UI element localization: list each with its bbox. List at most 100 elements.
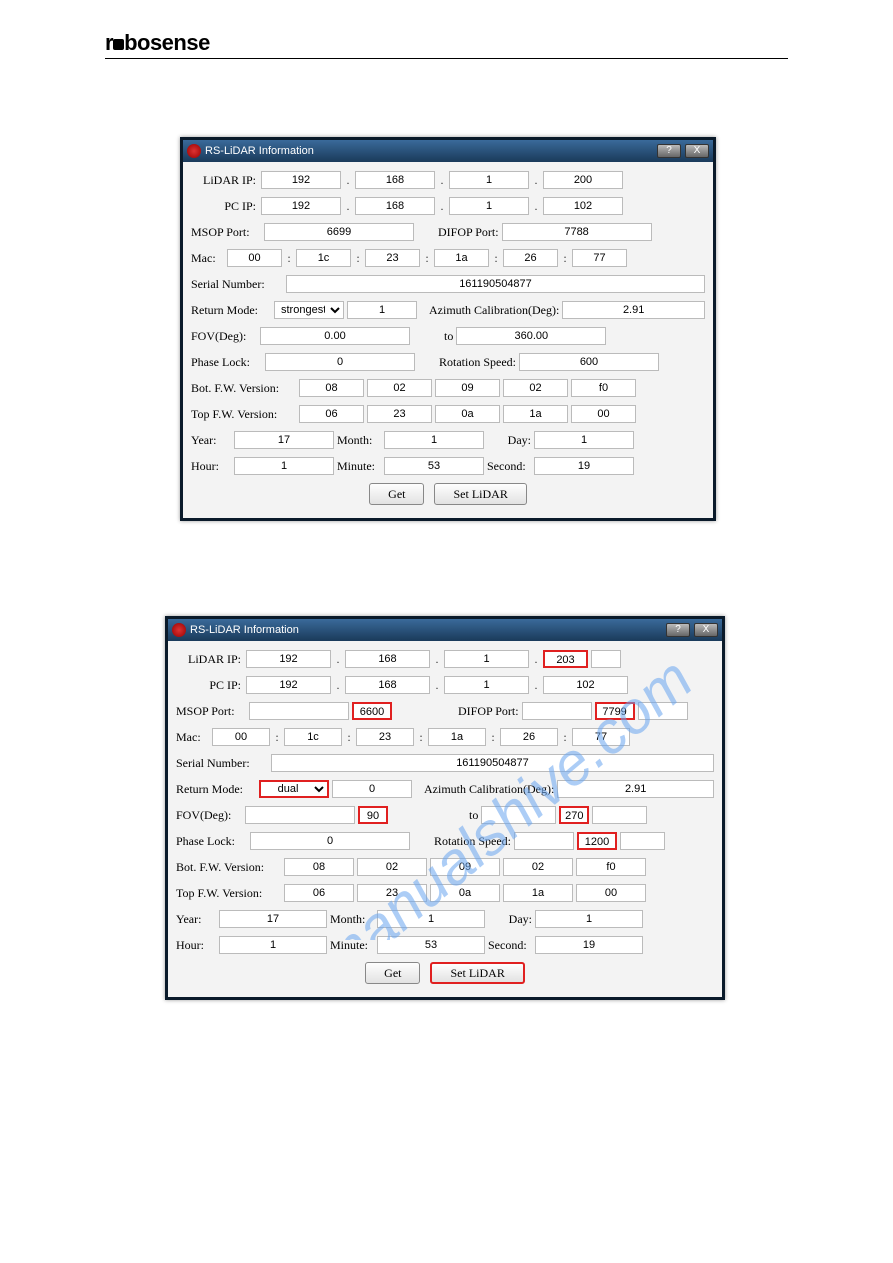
return-mode-select[interactable]: dual <box>259 780 329 798</box>
get-button[interactable]: Get <box>369 483 424 505</box>
hour-label: Hour: <box>191 459 231 474</box>
rot-field[interactable]: 600 <box>519 353 659 371</box>
second-label: Second: <box>488 938 532 953</box>
botver-2[interactable]: 02 <box>357 858 427 876</box>
mac-3[interactable]: 23 <box>356 728 414 746</box>
return-val[interactable]: 0 <box>332 780 412 798</box>
botver-1[interactable]: 08 <box>299 379 364 397</box>
set-lidar-button[interactable]: Set LiDAR <box>430 962 524 984</box>
mac-5[interactable]: 26 <box>500 728 558 746</box>
topver-5[interactable]: 00 <box>576 884 646 902</box>
fov-from[interactable]: 90 <box>358 806 388 824</box>
day-field[interactable]: 1 <box>535 910 643 928</box>
difop-field[interactable]: 7788 <box>502 223 652 241</box>
lidar-ip-2[interactable]: 168 <box>345 650 430 668</box>
botver-2[interactable]: 02 <box>367 379 432 397</box>
return-val[interactable]: 1 <box>347 301 417 319</box>
get-button[interactable]: Get <box>365 962 420 984</box>
help-button[interactable]: ? <box>666 623 690 637</box>
day-field[interactable]: 1 <box>534 431 634 449</box>
fov-from[interactable]: 0.00 <box>260 327 410 345</box>
topver-4[interactable]: 1a <box>503 884 573 902</box>
topver-2[interactable]: 23 <box>357 884 427 902</box>
serial-field[interactable]: 161190504877 <box>286 275 705 293</box>
topver-3[interactable]: 0a <box>435 405 500 423</box>
fov-to[interactable]: 270 <box>559 806 589 824</box>
pc-ip-2[interactable]: 168 <box>345 676 430 694</box>
azimuth-field[interactable]: 2.91 <box>557 780 714 798</box>
serial-field[interactable]: 161190504877 <box>271 754 714 772</box>
azimuth-field[interactable]: 2.91 <box>562 301 705 319</box>
topver-2[interactable]: 23 <box>367 405 432 423</box>
mac-2[interactable]: 1c <box>284 728 342 746</box>
pc-ip-3[interactable]: 1 <box>444 676 529 694</box>
botver-3[interactable]: 09 <box>435 379 500 397</box>
pc-ip-3[interactable]: 1 <box>449 197 529 215</box>
month-label: Month: <box>330 912 374 927</box>
month-field[interactable]: 1 <box>377 910 485 928</box>
botver-4[interactable]: 02 <box>503 379 568 397</box>
close-button[interactable]: X <box>694 623 718 637</box>
msop-label: MSOP Port: <box>176 704 246 719</box>
mac-4[interactable]: 1a <box>434 249 489 267</box>
botver-5[interactable]: f0 <box>576 858 646 876</box>
difop-field[interactable]: 7799 <box>595 702 635 720</box>
mac-1[interactable]: 00 <box>227 249 282 267</box>
minute-field[interactable]: 53 <box>384 457 484 475</box>
close-button[interactable]: X <box>685 144 709 158</box>
topver-3[interactable]: 0a <box>430 884 500 902</box>
pc-ip-4[interactable]: 102 <box>543 676 628 694</box>
second-field[interactable]: 19 <box>535 936 643 954</box>
mac-3[interactable]: 23 <box>365 249 420 267</box>
botver-1[interactable]: 08 <box>284 858 354 876</box>
return-mode-label: Return Mode: <box>176 782 256 797</box>
mac-2[interactable]: 1c <box>296 249 351 267</box>
app-icon <box>187 144 201 158</box>
pc-ip-2[interactable]: 168 <box>355 197 435 215</box>
lidar-ip-4[interactable]: 203 <box>543 650 588 668</box>
lidar-ip-1[interactable]: 192 <box>246 650 331 668</box>
topver-5[interactable]: 00 <box>571 405 636 423</box>
msop-field[interactable]: 6699 <box>264 223 414 241</box>
mac-label: Mac: <box>191 251 224 266</box>
hour-field[interactable]: 1 <box>219 936 327 954</box>
second-field[interactable]: 19 <box>534 457 634 475</box>
hour-field[interactable]: 1 <box>234 457 334 475</box>
lidar-ip-3[interactable]: 1 <box>449 171 529 189</box>
return-mode-select[interactable]: strongest <box>274 301 344 319</box>
set-lidar-button[interactable]: Set LiDAR <box>434 483 526 505</box>
mac-6[interactable]: 77 <box>572 728 630 746</box>
year-field[interactable]: 17 <box>219 910 327 928</box>
mac-4[interactable]: 1a <box>428 728 486 746</box>
lidar-ip-1[interactable]: 192 <box>261 171 341 189</box>
day-label: Day: <box>488 912 532 927</box>
mac-6[interactable]: 77 <box>572 249 627 267</box>
botver-3[interactable]: 09 <box>430 858 500 876</box>
botver-4[interactable]: 02 <box>503 858 573 876</box>
lidar-ip-4[interactable]: 200 <box>543 171 623 189</box>
msop-field[interactable]: 6600 <box>352 702 392 720</box>
pc-ip-4[interactable]: 102 <box>543 197 623 215</box>
botver-5[interactable]: f0 <box>571 379 636 397</box>
phase-field[interactable]: 0 <box>250 832 410 850</box>
lidar-ip-3[interactable]: 1 <box>444 650 529 668</box>
topver-4[interactable]: 1a <box>503 405 568 423</box>
lidar-ip-2[interactable]: 168 <box>355 171 435 189</box>
minute-label: Minute: <box>330 938 374 953</box>
mac-5[interactable]: 26 <box>503 249 558 267</box>
help-button[interactable]: ? <box>657 144 681 158</box>
rot-field[interactable]: 1200 <box>577 832 617 850</box>
year-label: Year: <box>191 433 231 448</box>
pc-ip-1[interactable]: 192 <box>261 197 341 215</box>
year-field[interactable]: 17 <box>234 431 334 449</box>
hour-label: Hour: <box>176 938 216 953</box>
month-field[interactable]: 1 <box>384 431 484 449</box>
topver-1[interactable]: 06 <box>284 884 354 902</box>
pc-ip-1[interactable]: 192 <box>246 676 331 694</box>
minute-field[interactable]: 53 <box>377 936 485 954</box>
fov-to[interactable]: 360.00 <box>456 327 606 345</box>
minute-label: Minute: <box>337 459 381 474</box>
mac-1[interactable]: 00 <box>212 728 270 746</box>
phase-field[interactable]: 0 <box>265 353 415 371</box>
topver-1[interactable]: 06 <box>299 405 364 423</box>
